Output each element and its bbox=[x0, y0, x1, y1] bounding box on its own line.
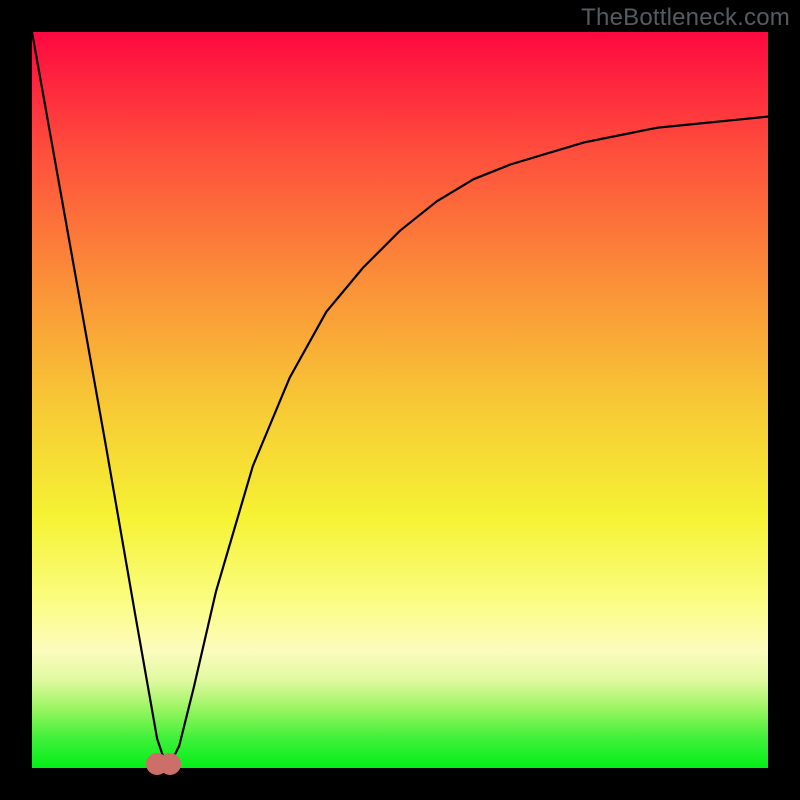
bottleneck-curve-path bbox=[32, 32, 768, 761]
curve-svg bbox=[32, 32, 768, 768]
min-marker-2 bbox=[159, 753, 181, 775]
plot-area bbox=[32, 32, 768, 768]
chart-frame: TheBottleneck.com bbox=[0, 0, 800, 800]
watermark-text: TheBottleneck.com bbox=[581, 4, 790, 32]
